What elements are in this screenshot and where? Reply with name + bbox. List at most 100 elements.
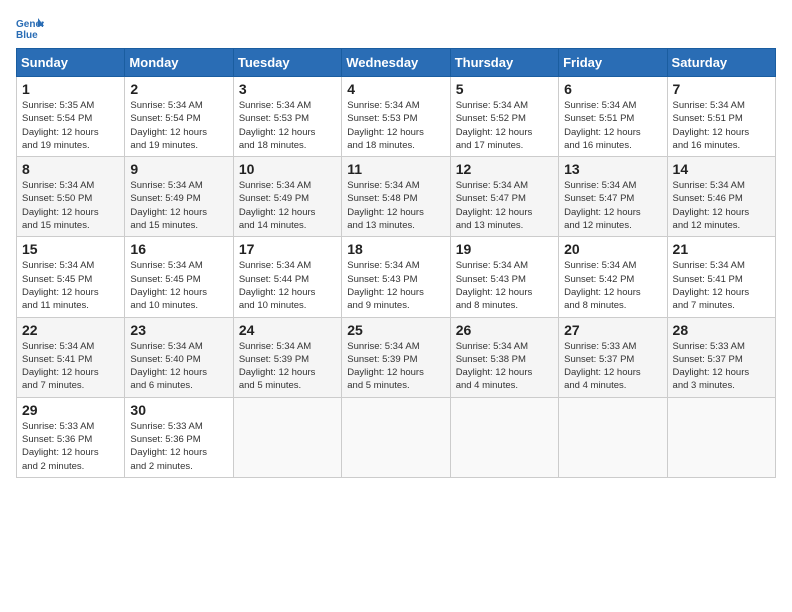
calendar-cell-14: 14 Sunrise: 5:34 AM Sunset: 5:46 PM Dayli… — [667, 157, 775, 237]
day-detail: Sunrise: 5:34 AM Sunset: 5:51 PM Dayligh… — [673, 99, 770, 152]
day-detail: Sunrise: 5:34 AM Sunset: 5:38 PM Dayligh… — [456, 340, 553, 393]
day-detail: Sunrise: 5:34 AM Sunset: 5:40 PM Dayligh… — [130, 340, 227, 393]
calendar-cell-12: 12 Sunrise: 5:34 AM Sunset: 5:47 PM Dayli… — [450, 157, 558, 237]
day-detail: Sunrise: 5:34 AM Sunset: 5:39 PM Dayligh… — [347, 340, 444, 393]
day-number: 12 — [456, 161, 553, 177]
calendar-week-3: 15 Sunrise: 5:34 AM Sunset: 5:45 PM Dayli… — [17, 237, 776, 317]
calendar-cell-16: 16 Sunrise: 5:34 AM Sunset: 5:45 PM Dayli… — [125, 237, 233, 317]
logo: General Blue — [16, 16, 48, 40]
day-number: 26 — [456, 322, 553, 338]
calendar-cell-11: 11 Sunrise: 5:34 AM Sunset: 5:48 PM Dayli… — [342, 157, 450, 237]
calendar-week-5: 29 Sunrise: 5:33 AM Sunset: 5:36 PM Dayli… — [17, 397, 776, 477]
calendar-cell-empty — [667, 397, 775, 477]
day-number: 2 — [130, 81, 227, 97]
day-detail: Sunrise: 5:34 AM Sunset: 5:50 PM Dayligh… — [22, 179, 119, 232]
day-number: 11 — [347, 161, 444, 177]
column-header-friday: Friday — [559, 49, 667, 77]
day-detail: Sunrise: 5:33 AM Sunset: 5:37 PM Dayligh… — [564, 340, 661, 393]
calendar-cell-4: 4 Sunrise: 5:34 AM Sunset: 5:53 PM Daylig… — [342, 77, 450, 157]
calendar-cell-9: 9 Sunrise: 5:34 AM Sunset: 5:49 PM Daylig… — [125, 157, 233, 237]
calendar-cell-5: 5Sunrise: 5:34 AM Sunset: 5:52 PM Daylig… — [450, 77, 558, 157]
day-detail: Sunrise: 5:34 AM Sunset: 5:43 PM Dayligh… — [456, 259, 553, 312]
day-detail: Sunrise: 5:34 AM Sunset: 5:39 PM Dayligh… — [239, 340, 336, 393]
day-number: 16 — [130, 241, 227, 257]
day-number: 17 — [239, 241, 336, 257]
header-row: SundayMondayTuesdayWednesdayThursdayFrid… — [17, 49, 776, 77]
day-number: 29 — [22, 402, 119, 418]
calendar-cell-13: 13 Sunrise: 5:34 AM Sunset: 5:47 PM Dayli… — [559, 157, 667, 237]
day-detail: Sunrise: 5:34 AM Sunset: 5:49 PM Dayligh… — [239, 179, 336, 232]
calendar-cell-28: 28 Sunrise: 5:33 AM Sunset: 5:37 PM Dayli… — [667, 317, 775, 397]
day-number: 9 — [130, 161, 227, 177]
day-number: 30 — [130, 402, 227, 418]
logo-icon: General Blue — [16, 16, 44, 40]
day-number: 15 — [22, 241, 119, 257]
day-detail: Sunrise: 5:34 AM Sunset: 5:45 PM Dayligh… — [22, 259, 119, 312]
calendar-cell-18: 18 Sunrise: 5:34 AM Sunset: 5:43 PM Dayli… — [342, 237, 450, 317]
day-number: 13 — [564, 161, 661, 177]
day-detail: Sunrise: 5:33 AM Sunset: 5:36 PM Dayligh… — [130, 420, 227, 473]
day-detail: Sunrise: 5:34 AM Sunset: 5:41 PM Dayligh… — [22, 340, 119, 393]
day-number: 4 — [347, 81, 444, 97]
day-number: 27 — [564, 322, 661, 338]
calendar-cell-21: 21 Sunrise: 5:34 AM Sunset: 5:41 PM Dayli… — [667, 237, 775, 317]
day-number: 28 — [673, 322, 770, 338]
day-detail: Sunrise: 5:34 AM Sunset: 5:42 PM Dayligh… — [564, 259, 661, 312]
calendar-cell-empty — [450, 397, 558, 477]
day-number: 19 — [456, 241, 553, 257]
calendar-cell-1: 1 Sunrise: 5:35 AM Sunset: 5:54 PM Daylig… — [17, 77, 125, 157]
column-header-monday: Monday — [125, 49, 233, 77]
day-detail: Sunrise: 5:34 AM Sunset: 5:53 PM Dayligh… — [239, 99, 336, 152]
column-header-saturday: Saturday — [667, 49, 775, 77]
calendar-cell-10: 10 Sunrise: 5:34 AM Sunset: 5:49 PM Dayli… — [233, 157, 341, 237]
day-detail: Sunrise: 5:34 AM Sunset: 5:53 PM Dayligh… — [347, 99, 444, 152]
calendar-cell-24: 24Sunrise: 5:34 AM Sunset: 5:39 PM Dayli… — [233, 317, 341, 397]
column-header-tuesday: Tuesday — [233, 49, 341, 77]
day-number: 23 — [130, 322, 227, 338]
calendar-week-4: 22 Sunrise: 5:34 AM Sunset: 5:41 PM Dayli… — [17, 317, 776, 397]
day-number: 3 — [239, 81, 336, 97]
calendar-cell-29: 29 Sunrise: 5:33 AM Sunset: 5:36 PM Dayli… — [17, 397, 125, 477]
day-number: 18 — [347, 241, 444, 257]
day-number: 1 — [22, 81, 119, 97]
column-header-wednesday: Wednesday — [342, 49, 450, 77]
day-number: 5 — [456, 81, 553, 97]
day-number: 10 — [239, 161, 336, 177]
day-number: 7 — [673, 81, 770, 97]
day-detail: Sunrise: 5:34 AM Sunset: 5:48 PM Dayligh… — [347, 179, 444, 232]
day-detail: Sunrise: 5:34 AM Sunset: 5:54 PM Dayligh… — [130, 99, 227, 152]
calendar-cell-26: 26 Sunrise: 5:34 AM Sunset: 5:38 PM Dayli… — [450, 317, 558, 397]
day-detail: Sunrise: 5:33 AM Sunset: 5:36 PM Dayligh… — [22, 420, 119, 473]
day-detail: Sunrise: 5:34 AM Sunset: 5:46 PM Dayligh… — [673, 179, 770, 232]
calendar-cell-empty — [342, 397, 450, 477]
calendar-week-1: 1 Sunrise: 5:35 AM Sunset: 5:54 PM Daylig… — [17, 77, 776, 157]
calendar-cell-17: 17 Sunrise: 5:34 AM Sunset: 5:44 PM Dayli… — [233, 237, 341, 317]
svg-text:Blue: Blue — [16, 30, 38, 40]
day-detail: Sunrise: 5:34 AM Sunset: 5:44 PM Dayligh… — [239, 259, 336, 312]
calendar-cell-25: 25 Sunrise: 5:34 AM Sunset: 5:39 PM Dayli… — [342, 317, 450, 397]
day-detail: Sunrise: 5:34 AM Sunset: 5:47 PM Dayligh… — [564, 179, 661, 232]
day-detail: Sunrise: 5:34 AM Sunset: 5:43 PM Dayligh… — [347, 259, 444, 312]
day-number: 6 — [564, 81, 661, 97]
calendar-cell-15: 15 Sunrise: 5:34 AM Sunset: 5:45 PM Dayli… — [17, 237, 125, 317]
day-detail: Sunrise: 5:34 AM Sunset: 5:51 PM Dayligh… — [564, 99, 661, 152]
calendar-cell-19: 19 Sunrise: 5:34 AM Sunset: 5:43 PM Dayli… — [450, 237, 558, 317]
calendar-cell-23: 23 Sunrise: 5:34 AM Sunset: 5:40 PM Dayli… — [125, 317, 233, 397]
calendar-cell-20: 20Sunrise: 5:34 AM Sunset: 5:42 PM Dayli… — [559, 237, 667, 317]
calendar-cell-27: 27 Sunrise: 5:33 AM Sunset: 5:37 PM Dayli… — [559, 317, 667, 397]
calendar-cell-6: 6 Sunrise: 5:34 AM Sunset: 5:51 PM Daylig… — [559, 77, 667, 157]
day-detail: Sunrise: 5:35 AM Sunset: 5:54 PM Dayligh… — [22, 99, 119, 152]
day-number: 22 — [22, 322, 119, 338]
calendar-cell-empty — [559, 397, 667, 477]
calendar-cell-2: 2 Sunrise: 5:34 AM Sunset: 5:54 PM Daylig… — [125, 77, 233, 157]
day-detail: Sunrise: 5:34 AM Sunset: 5:45 PM Dayligh… — [130, 259, 227, 312]
day-detail: Sunrise: 5:33 AM Sunset: 5:37 PM Dayligh… — [673, 340, 770, 393]
day-number: 14 — [673, 161, 770, 177]
column-header-sunday: Sunday — [17, 49, 125, 77]
day-detail: Sunrise: 5:34 AM Sunset: 5:41 PM Dayligh… — [673, 259, 770, 312]
day-number: 25 — [347, 322, 444, 338]
day-number: 21 — [673, 241, 770, 257]
calendar-cell-empty — [233, 397, 341, 477]
day-detail: Sunrise: 5:34 AM Sunset: 5:47 PM Dayligh… — [456, 179, 553, 232]
day-detail: Sunrise: 5:34 AM Sunset: 5:49 PM Dayligh… — [130, 179, 227, 232]
